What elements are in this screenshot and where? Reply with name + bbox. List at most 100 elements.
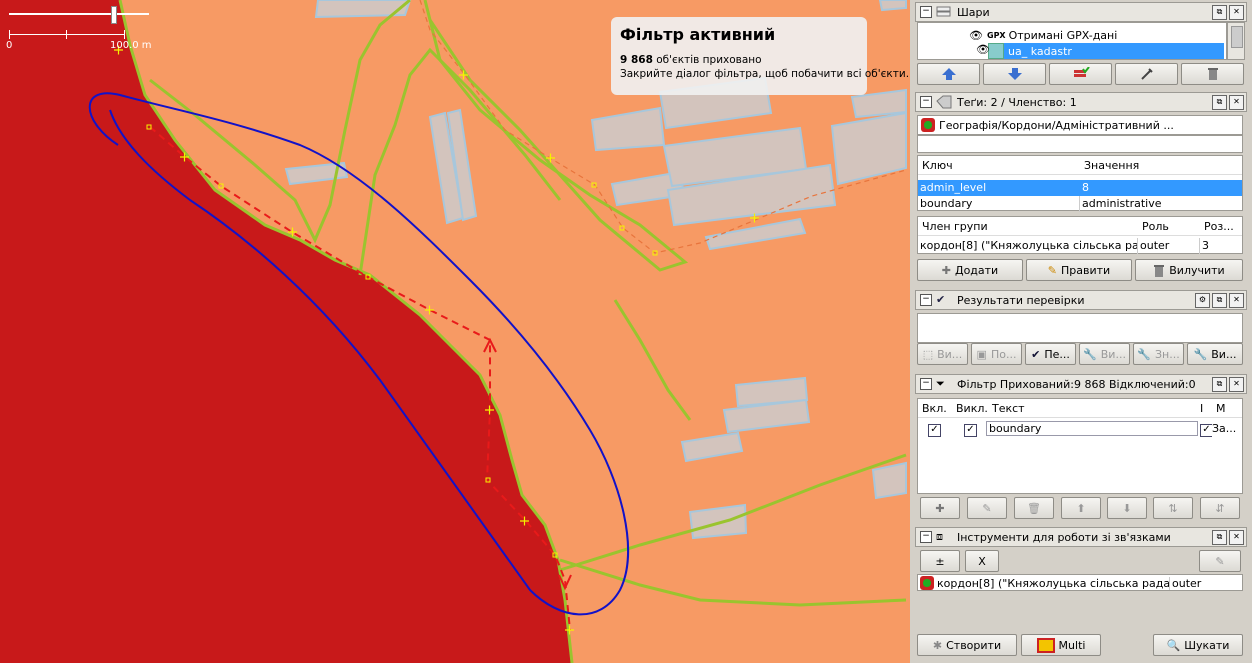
move-filter-up-button[interactable]: ⬆ [1061, 497, 1101, 519]
membership-table[interactable]: Член групи Роль Роз... кордон[8] ("Княжо… [917, 216, 1243, 254]
layers-list[interactable]: 👁 GPX Отримані GPX-дані ua_ kadastr 👁 [917, 22, 1227, 60]
detach-icon[interactable]: ⧉ [1212, 292, 1227, 308]
preset-row[interactable]: Географія/Кордони/Адміністративний ... [917, 115, 1243, 135]
close-icon[interactable]: ✕ [1229, 376, 1244, 392]
detach-icon[interactable]: ⧉ [1212, 4, 1227, 20]
close-icon[interactable]: ✕ [1229, 4, 1244, 20]
edit-filter-button[interactable]: ✎ [967, 497, 1007, 519]
column-value[interactable]: Значення [1082, 158, 1242, 174]
move-down-button[interactable] [983, 63, 1046, 85]
settings-icon[interactable]: ⚙ [1195, 292, 1210, 308]
layer-item-kadastr[interactable]: ua_ kadastr [988, 43, 1224, 59]
membership-header: Член групи Роль Роз... [918, 219, 1242, 236]
table-row[interactable]: boundary administrative [918, 196, 1242, 212]
filter-mode[interactable]: За... [1210, 421, 1242, 437]
zoom-slider-knob[interactable] [111, 6, 117, 24]
tag-value[interactable]: 8 [1080, 180, 1242, 196]
move-filter-down-button[interactable]: ⬇ [1107, 497, 1147, 519]
column-text[interactable]: Текст [990, 401, 1196, 417]
fix-all-button[interactable]: 🔧 Ви... [1187, 343, 1243, 365]
relation-member-name[interactable]: кордон[8] ("Княжолуцька сільська рада", … [937, 576, 1170, 590]
add-filter-button[interactable]: ✚ [920, 497, 960, 519]
delete-layer-button[interactable] [1181, 63, 1244, 85]
tag-key[interactable]: boundary [918, 196, 1080, 212]
visibility-eye-icon[interactable]: 👁 [976, 43, 990, 56]
delete-filter-button[interactable]: 🗑 [1014, 497, 1054, 519]
column-position[interactable]: Роз... [1202, 219, 1242, 235]
filter-overlay-title: Фільтр активний [620, 25, 776, 44]
zoom-button[interactable]: ▣ По... [971, 343, 1022, 365]
collapse-icon[interactable]: − [920, 294, 932, 306]
member-position[interactable]: 3 [1200, 238, 1240, 254]
enable-checkbox[interactable]: ✓ [926, 421, 946, 437]
column-mode[interactable]: M [1214, 401, 1242, 417]
clear-button[interactable]: X [965, 550, 999, 572]
relation-member-role[interactable]: outer [1172, 577, 1201, 590]
relation-member-row[interactable]: кордон[8] ("Княжолуцька сільська рада", … [917, 574, 1243, 591]
layer-item-gpx[interactable]: 👁 GPX Отримані GPX-дані [918, 27, 1226, 43]
table-row[interactable]: admin_level 8 [918, 180, 1242, 196]
edit-relation-button[interactable]: ✎ [1199, 550, 1241, 572]
collapse-icon[interactable]: − [920, 378, 932, 390]
column-member[interactable]: Член групи [920, 219, 1138, 235]
search-relation-button[interactable]: 🔍 Шукати [1153, 634, 1243, 656]
detach-icon[interactable]: ⧉ [1212, 376, 1227, 392]
layer-settings-button[interactable] [1115, 63, 1178, 85]
fix-button[interactable]: 🔧 Ви... [1079, 343, 1130, 365]
column-role[interactable]: Роль [1140, 219, 1198, 235]
column-enable[interactable]: Вкл. [920, 401, 952, 417]
validate-label: Пе... [1044, 347, 1070, 361]
column-inverted[interactable]: I [1198, 401, 1212, 417]
column-hide[interactable]: Викл. [954, 401, 988, 417]
relation-tools-dialog: − ⧈ Інструменти для роботи зі зв'язками … [915, 527, 1247, 661]
validate-button[interactable]: ✔ Пе... [1025, 343, 1076, 365]
table-row[interactable]: кордон[8] ("Княжолуцька сільська рада...… [918, 238, 1242, 254]
delete-tag-button[interactable]: Вилучити [1135, 259, 1243, 281]
member-role[interactable]: outer [1138, 238, 1200, 254]
add-remove-member-button[interactable]: ± [920, 550, 960, 572]
sort-reverse-icon: ⇵ [1215, 501, 1225, 515]
tags-title: Теґи: 2 / Членство: 1 [957, 95, 1077, 109]
collapse-icon[interactable]: − [920, 531, 932, 543]
ignore-label: Зн... [1154, 347, 1180, 361]
table-row[interactable]: ✓ ✓ boundary ✓ За... [918, 421, 1242, 437]
visibility-eye-icon[interactable]: 👁 [968, 29, 984, 42]
select-button[interactable]: ⬚ Ви... [917, 343, 968, 365]
ignore-button[interactable]: 🔧 Зн... [1133, 343, 1184, 365]
map-view[interactable]: 0 100.0 m Фільтр активний 9 868 об'єктів… [0, 0, 910, 663]
zoom-slider-track[interactable] [9, 13, 149, 15]
close-icon[interactable]: ✕ [1229, 292, 1244, 308]
tags-table[interactable]: Ключ Значення admin_level 8 boundary adm… [917, 155, 1243, 212]
close-icon[interactable]: ✕ [1229, 94, 1244, 110]
table-row[interactable]: кордон[8] ("Княжолуцька сільська рада", … [918, 575, 1242, 591]
filter-text[interactable]: boundary [986, 421, 1198, 436]
arrow-up-icon: ⬆ [1076, 501, 1086, 515]
detach-icon[interactable]: ⧉ [1212, 94, 1227, 110]
sort-filter-button[interactable]: ⇅ [1153, 497, 1193, 519]
move-up-button[interactable] [917, 63, 980, 85]
validation-results-list[interactable] [917, 313, 1243, 343]
column-key[interactable]: Ключ [920, 158, 1080, 174]
add-tag-button[interactable]: ✚ Додати [917, 259, 1023, 281]
tag-value[interactable]: administrative [1080, 196, 1242, 212]
tag-key[interactable]: admin_level [918, 180, 1080, 196]
multipolygon-button[interactable]: Multi [1021, 634, 1101, 656]
scrollbar-thumb[interactable] [1231, 26, 1243, 48]
member-name[interactable]: кордон[8] ("Княжолуцька сільська рада... [918, 238, 1138, 254]
create-relation-button[interactable]: ✱ Створити [917, 634, 1017, 656]
layers-scrollbar[interactable] [1227, 22, 1245, 60]
filter-table[interactable]: Вкл. Викл. Текст I M ✓ ✓ boundary ✓ За..… [917, 398, 1243, 494]
close-icon[interactable]: ✕ [1229, 529, 1244, 545]
collapse-icon[interactable]: − [920, 96, 932, 108]
collapse-icon[interactable]: − [920, 6, 932, 18]
map-canvas[interactable] [0, 0, 910, 663]
fix-all-label: Ви... [1211, 347, 1237, 361]
merge-layers-button[interactable] [1049, 63, 1112, 85]
edit-icon: ✎ [982, 501, 992, 515]
edit-tag-button[interactable]: ✎ Правити [1026, 259, 1132, 281]
hide-checkbox[interactable]: ✓ [962, 421, 982, 437]
filter-title: Фільтр Прихований:9 868 Відключений:0 [957, 377, 1196, 391]
sort-filter-reverse-button[interactable]: ⇵ [1200, 497, 1240, 519]
detach-icon[interactable]: ⧉ [1212, 529, 1227, 545]
trash-icon [1154, 264, 1165, 277]
